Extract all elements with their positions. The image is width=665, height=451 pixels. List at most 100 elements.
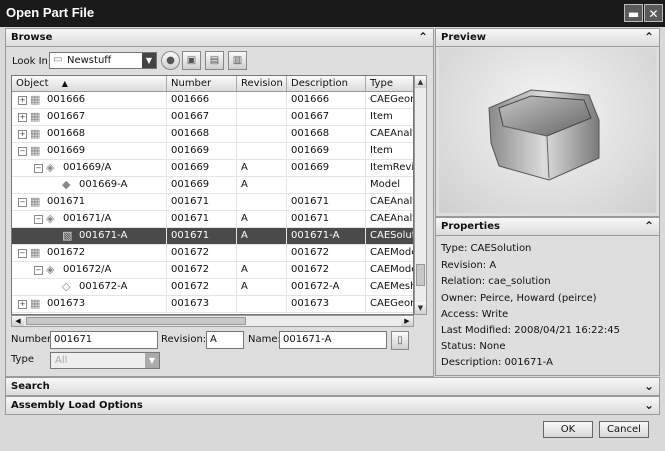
item-icon: ▦ bbox=[30, 297, 41, 310]
view-options-button[interactable]: ▥ bbox=[228, 51, 247, 70]
assembly-load-options-header[interactable]: Assembly Load Options ⌄ bbox=[5, 396, 660, 415]
property-owner: Owner: Peirce, Howard (peirce) bbox=[441, 293, 597, 304]
expand-down-icon[interactable]: ⌄ bbox=[644, 398, 654, 412]
ok-button[interactable]: OK bbox=[543, 421, 593, 438]
folder-icon: ▭ bbox=[53, 54, 63, 65]
revision-icon: ◈ bbox=[46, 263, 55, 276]
cancel-button[interactable]: Cancel bbox=[599, 421, 649, 438]
name-field[interactable]: 001671-A bbox=[279, 331, 387, 349]
collapse-icon[interactable]: − bbox=[34, 164, 43, 173]
item-icon: ▦ bbox=[30, 93, 41, 106]
scroll-left-icon[interactable]: ◀ bbox=[12, 316, 24, 326]
revision-icon: ◈ bbox=[46, 161, 55, 174]
revision-field[interactable]: A bbox=[206, 331, 244, 349]
horizontal-scroll-thumb[interactable] bbox=[26, 317, 246, 325]
scroll-up-icon[interactable]: ▲ bbox=[415, 76, 426, 88]
table-row[interactable]: − ▦ 001672 001672 001672 CAEMode bbox=[12, 245, 413, 262]
collapse-up-icon[interactable]: ⌃ bbox=[644, 30, 654, 44]
column-object[interactable]: Object ▲ bbox=[12, 76, 167, 91]
scroll-right-icon[interactable]: ▶ bbox=[401, 316, 413, 326]
item-icon: ▦ bbox=[30, 144, 41, 157]
table-row[interactable]: − ◈ 001671/A 001671 A 001671 CAEAnaly bbox=[12, 211, 413, 228]
preview-header-label: Preview bbox=[441, 32, 487, 43]
property-revision: Revision: A bbox=[441, 260, 497, 271]
dropdown-arrow-icon: ▼ bbox=[145, 353, 159, 368]
minimize-icon: ▬ bbox=[627, 7, 640, 21]
collapse-up-icon[interactable]: ⌃ bbox=[644, 219, 654, 233]
type-dropdown[interactable]: All ▼ bbox=[50, 352, 160, 369]
table-row[interactable]: + ▦ 001667 001667 001667 Item bbox=[12, 109, 413, 126]
table-row[interactable]: − ◈ 001672/A 001672 A 001672 CAEMode bbox=[12, 262, 413, 279]
part-preview-image bbox=[488, 89, 600, 181]
collapse-icon[interactable]: − bbox=[34, 215, 43, 224]
table-row-selected[interactable]: ▧ 001671-A 001671 A 001671-A CAESoluti bbox=[12, 228, 413, 245]
table-row[interactable]: − ◈ 001669/A 001669 A 001669 ItemRevis bbox=[12, 160, 413, 177]
lookin-label: Look In bbox=[12, 56, 48, 67]
table-row[interactable]: + ▦ 001668 001668 001668 CAEAnaly bbox=[12, 126, 413, 143]
expand-icon[interactable]: + bbox=[18, 113, 27, 122]
horizontal-scrollbar[interactable]: ◀ ▶ bbox=[11, 315, 414, 327]
column-revision[interactable]: Revision bbox=[237, 76, 287, 91]
column-description[interactable]: Description bbox=[287, 76, 366, 91]
expand-icon[interactable]: + bbox=[18, 130, 27, 139]
lookin-value: Newstuff bbox=[67, 55, 112, 66]
property-status: Status: None bbox=[441, 341, 506, 352]
column-number[interactable]: Number bbox=[167, 76, 237, 91]
browse-header-label: Browse bbox=[11, 32, 53, 43]
sort-ascending-icon: ▲ bbox=[61, 79, 68, 88]
vertical-scrollbar[interactable]: ▲ ▼ bbox=[414, 75, 427, 315]
revision-label: Revision: bbox=[161, 334, 207, 345]
window-title: Open Part File bbox=[6, 5, 95, 20]
expand-icon[interactable]: + bbox=[18, 300, 27, 309]
search-header[interactable]: Search ⌄ bbox=[5, 377, 660, 396]
expand-down-icon[interactable]: ⌄ bbox=[644, 379, 654, 393]
name-lookup-button[interactable]: ▯ bbox=[391, 331, 409, 350]
file-table: Object ▲ Number Revision Description Typ… bbox=[11, 75, 414, 315]
scroll-thumb[interactable] bbox=[416, 264, 425, 286]
column-type[interactable]: Type bbox=[366, 76, 413, 91]
lookup-icon: ▯ bbox=[397, 335, 403, 346]
table-row[interactable]: ◇ 001672-A 001672 A 001672-A CAEMesh bbox=[12, 279, 413, 296]
type-value: All bbox=[55, 355, 68, 366]
item-icon: ▦ bbox=[30, 246, 41, 259]
collapse-icon[interactable]: − bbox=[18, 198, 27, 207]
new-folder-button[interactable]: ▣ bbox=[182, 51, 201, 70]
new-folder-icon: ▣ bbox=[186, 55, 197, 66]
table-header: Object ▲ Number Revision Description Typ… bbox=[12, 76, 413, 92]
item-icon: ▦ bbox=[30, 195, 41, 208]
collapse-up-icon[interactable]: ⌃ bbox=[418, 30, 428, 44]
name-label: Name: bbox=[248, 334, 281, 345]
search-header-label: Search bbox=[11, 381, 50, 392]
table-row[interactable]: − ▦ 001671 001671 001671 CAEAnaly bbox=[12, 194, 413, 211]
scroll-down-icon[interactable]: ▼ bbox=[415, 302, 426, 314]
collapse-icon[interactable]: − bbox=[18, 249, 27, 258]
property-access: Access: Write bbox=[441, 309, 509, 320]
close-icon: ✕ bbox=[648, 7, 659, 21]
type-label: Type bbox=[11, 354, 34, 365]
number-field[interactable]: 001671 bbox=[50, 331, 158, 349]
number-label: Number: bbox=[11, 334, 55, 345]
table-row[interactable]: ◆ 001669-A 001669 A Model bbox=[12, 177, 413, 194]
collapse-icon[interactable]: − bbox=[34, 266, 43, 275]
preview-header[interactable]: Preview ⌃ bbox=[435, 28, 660, 47]
properties-header-label: Properties bbox=[441, 221, 500, 232]
back-button[interactable]: ● bbox=[161, 51, 180, 70]
up-folder-button[interactable]: ▤ bbox=[205, 51, 224, 70]
collapse-icon[interactable]: − bbox=[18, 147, 27, 156]
table-row[interactable]: + ▦ 001673 001673 001673 CAEGeom bbox=[12, 296, 413, 313]
assembly-load-options-label: Assembly Load Options bbox=[11, 400, 143, 411]
solution-icon: ▧ bbox=[62, 229, 73, 242]
view-icon: ▥ bbox=[232, 55, 243, 66]
minimize-button[interactable]: ▬ bbox=[624, 4, 643, 22]
model-icon: ◆ bbox=[62, 178, 71, 191]
expand-icon[interactable]: + bbox=[18, 96, 27, 105]
property-type: Type: CAESolution bbox=[441, 243, 532, 254]
preview-canvas bbox=[439, 48, 656, 213]
browse-header[interactable]: Browse ⌃ bbox=[5, 28, 434, 47]
mesh-icon: ◇ bbox=[62, 280, 71, 293]
lookin-dropdown[interactable]: ▭ Newstuff ▼ bbox=[49, 52, 157, 69]
properties-header[interactable]: Properties ⌃ bbox=[435, 217, 660, 236]
close-button[interactable]: ✕ bbox=[644, 4, 663, 22]
table-row[interactable]: − ▦ 001669 001669 001669 Item bbox=[12, 143, 413, 160]
table-row[interactable]: + ▦ 001666 001666 001666 CAEGeom bbox=[12, 92, 413, 109]
